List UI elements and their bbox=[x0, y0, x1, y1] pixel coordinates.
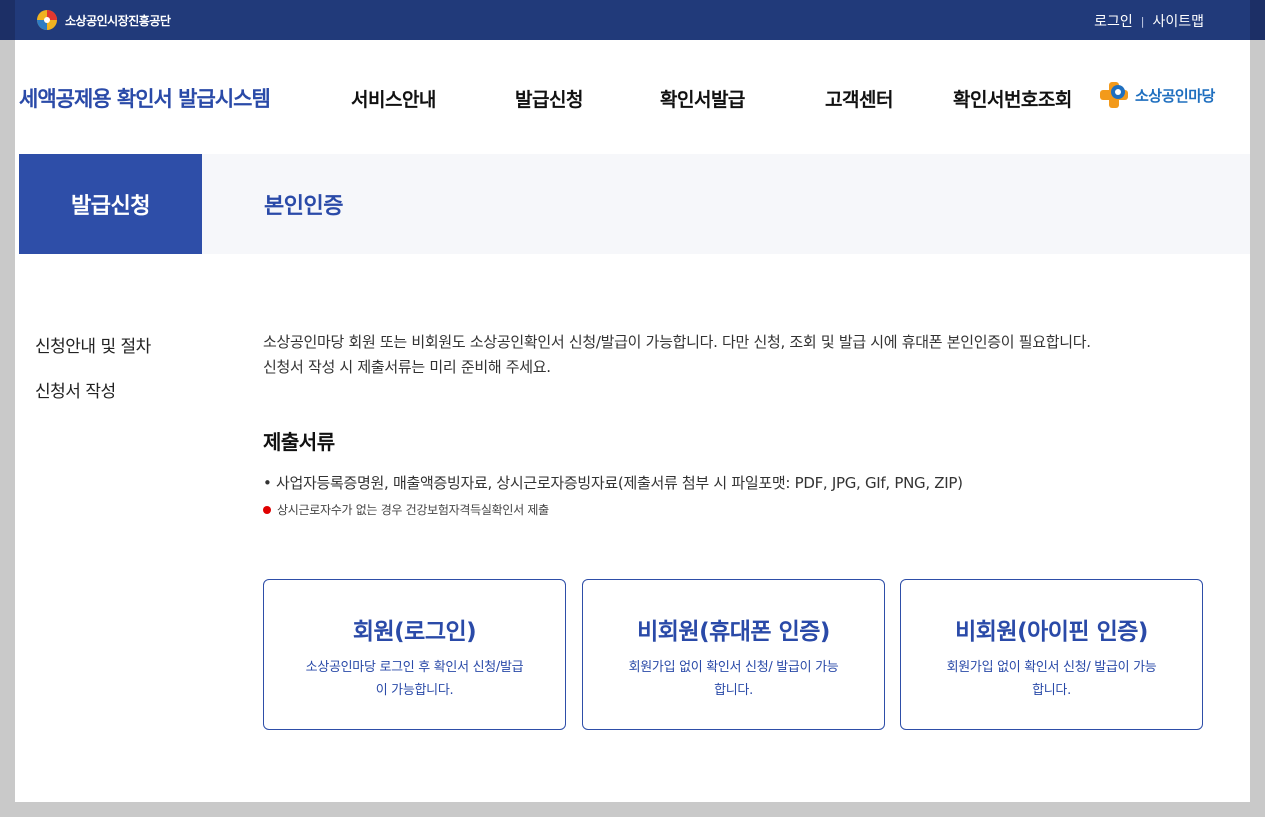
page-content: 세액공제용 확인서 발급시스템 서비스안내 발급신청 확인서발급 고객센터 확인… bbox=[15, 40, 1250, 802]
partner-logo[interactable]: 소상공인마당 bbox=[1098, 80, 1215, 110]
org-brand[interactable]: 소상공인시장진흥공단 bbox=[35, 9, 171, 31]
intro-line-2: 신청서 작성 시 제출서류는 미리 준비해 주세요. bbox=[263, 358, 551, 376]
nav-item-service-guide[interactable]: 서비스안내 bbox=[351, 85, 436, 112]
login-link[interactable]: 로그인 bbox=[1094, 11, 1133, 31]
intro-text: 소상공인마당 회원 또는 비회원도 소상공인확인서 신청/발급이 가능합니다. … bbox=[263, 330, 1091, 380]
required-documents-note: 상시근로자수가 없는 경우 건강보험자격득실확인서 제출 bbox=[263, 501, 549, 518]
side-menu-item-procedure[interactable]: 신청안내 및 절차 bbox=[35, 332, 151, 357]
utility-separator: | bbox=[1140, 14, 1145, 28]
non-member-phone-auth-card[interactable]: 비회원(휴대폰 인증) 회원가입 없이 확인서 신청/ 발급이 가능합니다. bbox=[582, 579, 885, 730]
intro-line-1: 소상공인마당 회원 또는 비회원도 소상공인확인서 신청/발급이 가능합니다. … bbox=[263, 333, 1091, 351]
card-title: 비회원(휴대폰 인증) bbox=[637, 619, 830, 645]
card-title: 회원(로그인) bbox=[352, 619, 477, 645]
site-title[interactable]: 세액공제용 확인서 발급시스템 bbox=[19, 83, 271, 113]
card-description: 소상공인마당 로그인 후 확인서 신청/발급이 가능합니다. bbox=[305, 660, 524, 698]
red-dot-icon bbox=[263, 505, 271, 514]
org-logo-icon bbox=[37, 10, 57, 30]
card-title: 비회원(아이핀 인증) bbox=[955, 619, 1148, 645]
member-login-card[interactable]: 회원(로그인) 소상공인마당 로그인 후 확인서 신청/발급이 가능합니다. bbox=[263, 579, 566, 730]
section-title: 본인인증 bbox=[264, 194, 343, 219]
note-text: 상시근로자수가 없는 경우 건강보험자격득실확인서 제출 bbox=[277, 503, 549, 517]
partner-logo-text: 소상공인마당 bbox=[1135, 86, 1215, 105]
top-bar-inner: 소상공인시장진흥공단 로그인 | 사이트맵 bbox=[15, 0, 1250, 40]
sitemap-link[interactable]: 사이트맵 bbox=[1152, 11, 1204, 31]
utility-links: 로그인 | 사이트맵 bbox=[1094, 11, 1204, 31]
side-menu: 신청안내 및 절차 신청서 작성 bbox=[35, 332, 151, 422]
card-description: 회원가입 없이 확인서 신청/ 발급이 가능합니다. bbox=[628, 660, 839, 698]
nav-item-apply[interactable]: 발급신청 bbox=[515, 85, 583, 112]
top-bar: 소상공인시장진흥공단 로그인 | 사이트맵 bbox=[0, 0, 1265, 40]
required-documents-item: • 사업자등록증명원, 매출액증빙자료, 상시근로자증빙자료(제출서류 첨부 시… bbox=[263, 474, 963, 492]
side-menu-item-application-form[interactable]: 신청서 작성 bbox=[35, 377, 151, 402]
non-member-ipin-auth-card[interactable]: 비회원(아이핀 인증) 회원가입 없이 확인서 신청/ 발급이 가능합니다. bbox=[900, 579, 1203, 730]
partner-logo-icon bbox=[1100, 82, 1128, 108]
required-documents-heading: 제출서류 bbox=[263, 430, 335, 454]
org-name: 소상공인시장진흥공단 bbox=[65, 13, 171, 28]
nav-item-customer-center[interactable]: 고객센터 bbox=[825, 85, 893, 112]
nav-item-certificate-issue[interactable]: 확인서발급 bbox=[660, 85, 745, 112]
section-tab-label: 발급신청 bbox=[19, 154, 202, 254]
nav-item-certificate-lookup[interactable]: 확인서번호조회 bbox=[953, 85, 1072, 112]
card-description: 회원가입 없이 확인서 신청/ 발급이 가능합니다. bbox=[946, 660, 1157, 698]
section-header: 발급신청 본인인증 bbox=[19, 154, 1250, 254]
